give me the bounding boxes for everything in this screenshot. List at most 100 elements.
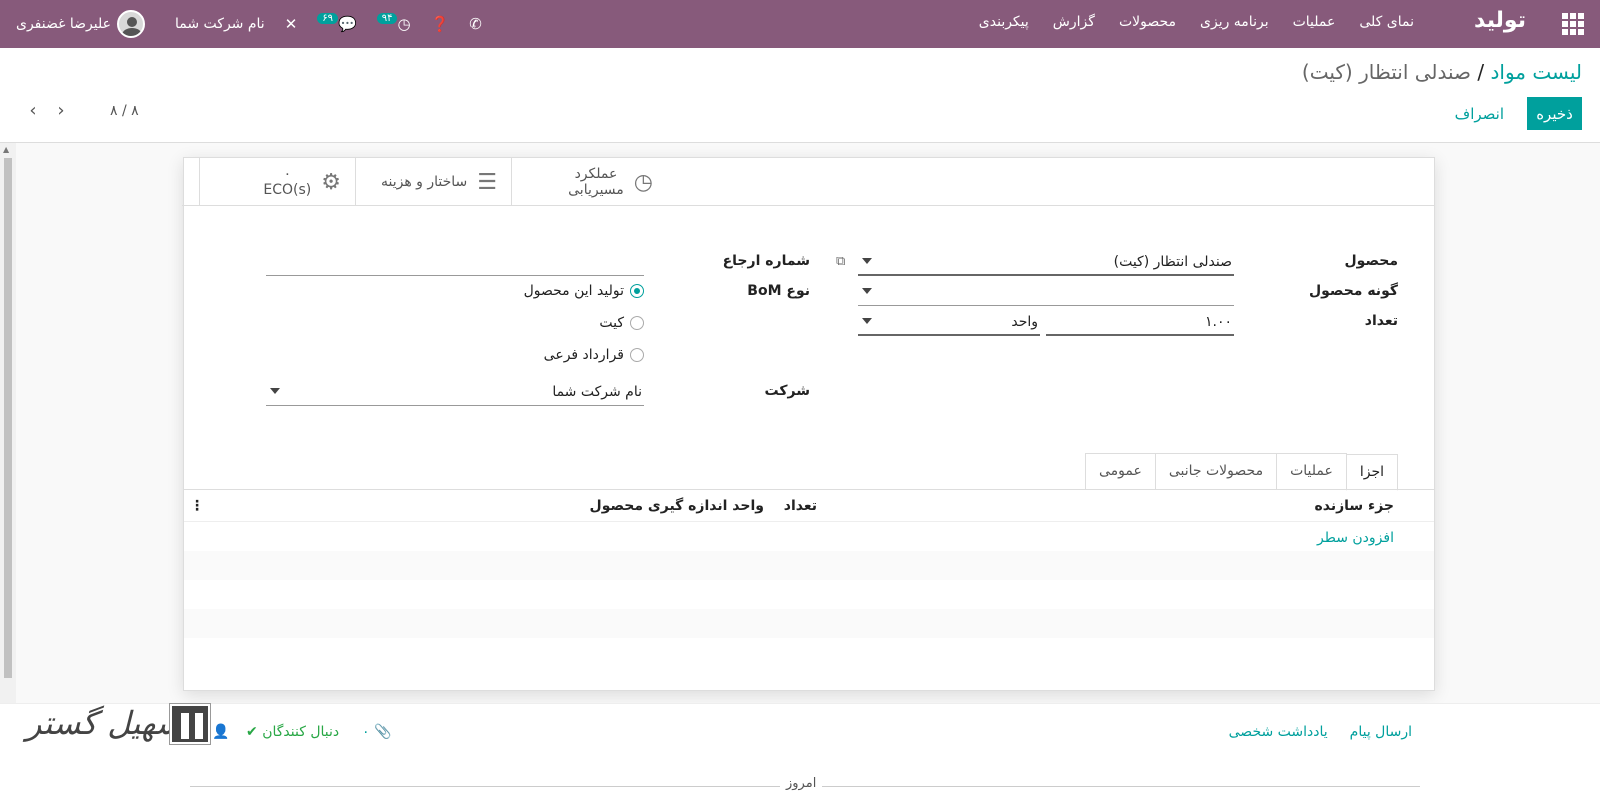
bom-type-option-kit[interactable]: کیت — [599, 315, 644, 331]
eco-label: ECO(s) — [263, 182, 312, 198]
quantity-field[interactable]: ۱.۰۰ — [1046, 310, 1234, 336]
menu-item-products[interactable]: محصولات — [1119, 14, 1176, 30]
control-panel: لیست مواد / صندلی انتظار (کیت) ذخیره انص… — [0, 48, 1600, 143]
messages-badge: ۶۹ — [317, 12, 339, 24]
add-line-link[interactable]: افزودن سطر — [1317, 530, 1394, 546]
debug-tools[interactable]: ✕ — [285, 15, 298, 33]
radio-icon[interactable] — [630, 348, 644, 362]
eco-button[interactable]: ⚙ ۰ ECO(s) — [199, 158, 355, 206]
follow-button[interactable]: دنبال کنندگان ✔ — [246, 724, 339, 740]
optional-columns-icon[interactable]: ⋮ — [190, 498, 204, 514]
scrollbar-thumb[interactable] — [4, 158, 12, 678]
chatter: ارسال پیام یادداشت شخصی 📎 ۰ دنبال کنندگا… — [0, 703, 1600, 791]
menu-item-reporting[interactable]: گزارش — [1053, 14, 1095, 30]
tab-operations[interactable]: عملیات — [1276, 453, 1347, 490]
structure-cost-button[interactable]: ☰ ساختار و هزینه — [355, 158, 511, 206]
attachments-count: ۰ — [362, 724, 370, 740]
clock-icon: ◷ — [397, 15, 411, 33]
log-note-button[interactable]: یادداشت شخصی — [1229, 724, 1328, 740]
menu-item-overview[interactable]: نمای کلی — [1359, 14, 1414, 30]
table-header: جزء سازنده تعداد واحد اندازه گیری محصول … — [184, 490, 1434, 522]
user-menu[interactable]: علیرضا غضنفری — [16, 10, 145, 38]
user-name: علیرضا غضنفری — [16, 16, 111, 32]
reference-field[interactable] — [266, 250, 644, 276]
menu-item-planning[interactable]: برنامه ریزی — [1200, 14, 1269, 30]
breadcrumb-current: صندلی انتظار (کیت) — [1301, 60, 1472, 84]
variant-label: گونه محصول — [1308, 283, 1398, 299]
structure-cost-label: ساختار و هزینه — [380, 174, 468, 190]
comments-icon: 💬 — [338, 15, 357, 33]
scrollbar[interactable]: ▲ — [0, 143, 16, 703]
radio-icon[interactable] — [630, 316, 644, 330]
tab-byproducts[interactable]: محصولات جانبی — [1154, 453, 1278, 490]
send-message-button[interactable]: ارسال پیام — [1350, 724, 1412, 740]
bom-type-option-label: تولید این محصول — [523, 283, 624, 299]
reference-label: شماره ارجاع — [722, 253, 810, 269]
traceability-label-2: مسیریابی — [568, 182, 624, 198]
save-button[interactable]: ذخیره — [1527, 97, 1582, 130]
followers-icon[interactable]: 👤 — [212, 724, 229, 740]
breadcrumb-parent[interactable]: لیست مواد — [1491, 60, 1582, 84]
company-label: شرکت — [764, 383, 810, 399]
bars-icon: ☰ — [477, 169, 497, 195]
menu-item-operations[interactable]: عملیات — [1293, 14, 1336, 30]
chatter-topbar: ارسال پیام یادداشت شخصی — [1229, 724, 1412, 740]
watermark-logo: تسهیل گستر — [26, 704, 194, 742]
attachments-button[interactable]: 📎 ۰ — [362, 724, 391, 740]
traceability-label-1: عملکرد — [574, 166, 618, 182]
help-menu[interactable]: ❓ — [431, 15, 450, 33]
bom-type-option-label: کیت — [599, 315, 624, 331]
radio-checked-icon[interactable] — [630, 284, 644, 298]
bom-type-option-manufacture[interactable]: تولید این محصول — [524, 283, 644, 299]
apps-grid-icon[interactable] — [1562, 13, 1584, 35]
phone-icon: ✆ — [469, 15, 482, 33]
table-row — [184, 522, 1434, 551]
company-field[interactable]: نام شرکت شما — [266, 380, 644, 406]
scroll-up-icon[interactable]: ▲ — [3, 145, 9, 154]
followers-label: دنبال کنندگان — [262, 724, 340, 740]
discard-button[interactable]: انصراف — [1449, 97, 1510, 130]
menu-item-configuration[interactable]: پیکربندی — [979, 14, 1029, 30]
column-uom[interactable]: واحد اندازه گیری محصول — [590, 498, 764, 514]
notebook-tabs: اجزا عملیات محصولات جانبی عمومی — [1084, 453, 1398, 491]
quantity-value: ۱.۰۰ — [1204, 314, 1232, 330]
company-switcher[interactable]: نام شرکت شما — [175, 16, 265, 32]
traceability-button[interactable]: ◷ عملکرد مسیریابی — [511, 158, 667, 206]
voip-menu[interactable]: ✆ — [469, 15, 482, 33]
dropdown-caret-icon[interactable] — [862, 318, 872, 324]
bom-type-option-label: قرارداد فرعی — [543, 347, 624, 363]
column-component[interactable]: جزء سازنده — [1314, 498, 1394, 514]
chevron-right-icon[interactable]: › — [54, 100, 68, 121]
breadcrumb-separator: / — [1477, 60, 1485, 84]
pager-value[interactable]: ۸ / ۸ — [110, 103, 139, 119]
tab-miscellaneous[interactable]: عمومی — [1084, 453, 1156, 490]
dropdown-caret-icon[interactable] — [862, 258, 872, 264]
activity-menu[interactable]: ۹۴ ◷ — [376, 12, 411, 33]
product-value: صندلی انتظار (کیت) — [1113, 254, 1232, 270]
table-row — [184, 580, 1434, 609]
pager: ‹ › ۸ / ۸ — [26, 100, 139, 121]
bom-type-option-subcontract[interactable]: قرارداد فرعی — [544, 347, 644, 363]
table-row — [184, 551, 1434, 580]
dropdown-caret-icon[interactable] — [270, 388, 280, 394]
bom-type-label: نوع BoM — [747, 283, 810, 299]
app-brand[interactable]: تولید — [1474, 8, 1526, 33]
clock-icon: ◷ — [633, 169, 653, 195]
messaging-menu[interactable]: ۶۹ 💬 — [317, 12, 357, 33]
column-quantity[interactable]: تعداد — [784, 498, 817, 514]
dropdown-caret-icon[interactable] — [862, 288, 872, 294]
avatar — [117, 10, 145, 38]
chevron-left-icon[interactable]: ‹ — [26, 100, 40, 121]
eco-count: ۰ — [283, 166, 292, 182]
external-link-icon[interactable]: ⧉ — [836, 254, 845, 269]
tab-components[interactable]: اجزا — [1345, 454, 1398, 491]
quantity-label: تعداد — [1364, 313, 1398, 329]
uom-field[interactable]: واحد — [858, 310, 1040, 336]
breadcrumb: لیست مواد / صندلی انتظار (کیت) — [1302, 60, 1582, 84]
variant-field[interactable] — [858, 280, 1234, 306]
product-field[interactable]: صندلی انتظار (کیت) — [858, 250, 1234, 276]
activities-badge: ۹۴ — [376, 12, 398, 24]
cogs-icon: ⚙ — [321, 169, 341, 195]
uom-value: واحد — [1011, 314, 1038, 330]
watermark-badge-icon — [170, 704, 210, 744]
